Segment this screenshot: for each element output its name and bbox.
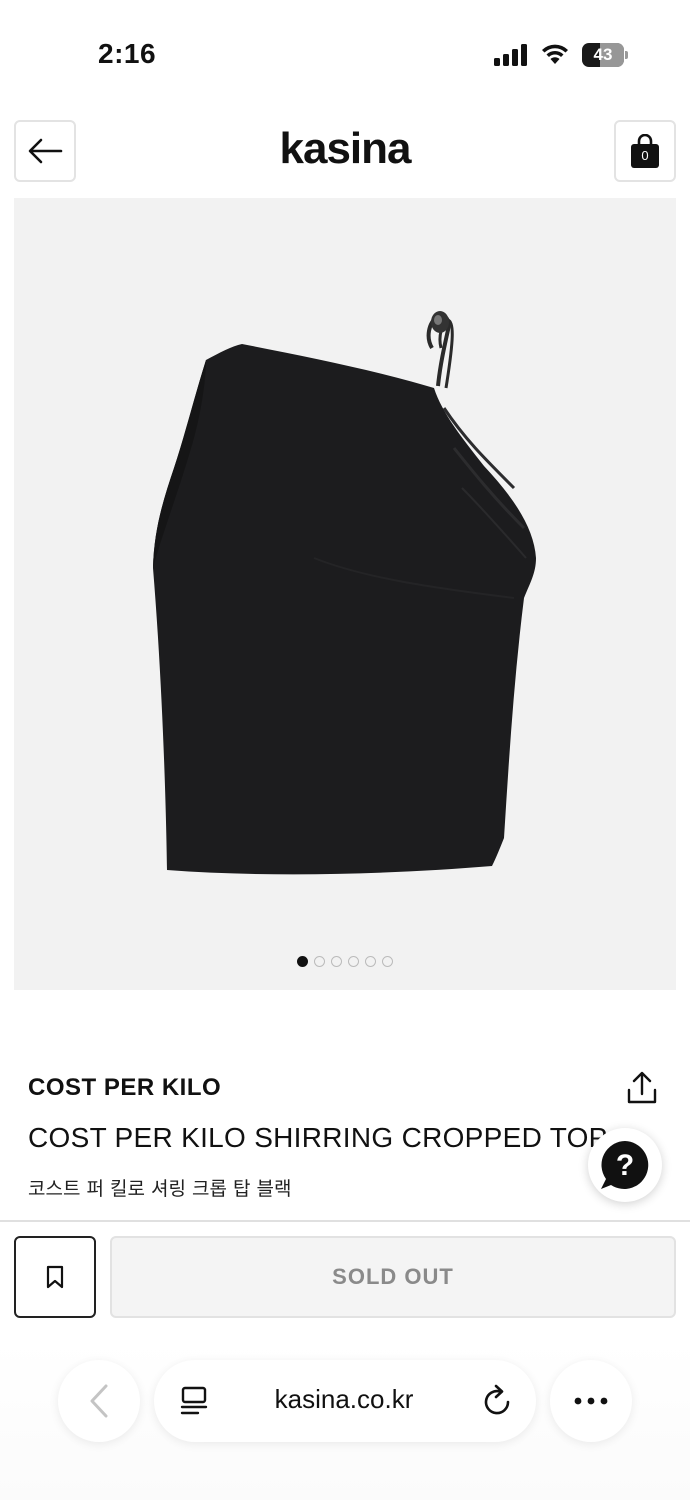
battery-level: 43 [593, 45, 613, 64]
product-image [153, 311, 536, 875]
bookmark-icon [46, 1265, 64, 1289]
svg-text:?: ? [616, 1149, 634, 1182]
help-chat-button[interactable]: ? [588, 1128, 662, 1202]
pagination-dot[interactable] [331, 956, 342, 967]
divider [0, 1220, 690, 1222]
more-icon [574, 1397, 608, 1405]
browser-back-button[interactable] [58, 1360, 140, 1442]
product-brand[interactable]: COST PER KILO [28, 1074, 221, 1102]
wifi-icon [542, 44, 568, 64]
gallery-pagination [14, 956, 676, 970]
site-header: kasina 0 [0, 110, 690, 190]
pagination-dot[interactable] [348, 956, 359, 967]
browser-back-icon [90, 1384, 108, 1418]
battery-icon: 43 [582, 43, 628, 67]
pagination-dot[interactable] [314, 956, 325, 967]
address-bar[interactable]: kasina.co.kr [154, 1360, 536, 1442]
url-text[interactable]: kasina.co.kr [224, 1384, 464, 1415]
pagination-dot[interactable] [382, 956, 393, 967]
pagination-dot[interactable] [365, 956, 376, 967]
product-title: COST PER KILO SHIRRING CROPPED TOP [28, 1122, 608, 1153]
browser-more-button[interactable] [550, 1360, 632, 1442]
browser-toolbar: kasina.co.kr [0, 1340, 690, 1500]
signal-icon [494, 44, 527, 66]
pagination-dot[interactable] [297, 956, 308, 967]
cart-button[interactable]: 0 [614, 120, 676, 182]
status-bar: 2:16 43 [0, 0, 690, 110]
product-subtitle: 코스트 퍼 킬로 셔링 크롭 탑 블랙 [28, 1178, 292, 1200]
reader-icon[interactable] [180, 1386, 208, 1416]
product-gallery[interactable] [14, 198, 676, 990]
share-icon[interactable] [624, 1070, 660, 1106]
reload-icon[interactable] [482, 1384, 514, 1418]
sold-out-button[interactable]: SOLD OUT [110, 1236, 676, 1318]
cart-count: 0 [641, 148, 649, 163]
status-time: 2:16 [98, 38, 157, 69]
site-logo[interactable]: kasina [0, 124, 690, 174]
bookmark-button[interactable] [14, 1236, 96, 1318]
help-chat-icon: ? [601, 1141, 649, 1189]
